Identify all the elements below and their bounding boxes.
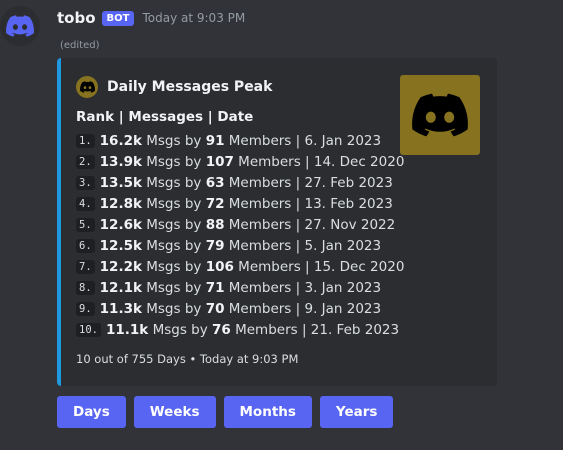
- list-item: 10. 11.1k Msgs by 76 Members | 21. Feb 2…: [76, 319, 404, 340]
- rank-code: 3.: [76, 175, 95, 190]
- members-label: Members |: [228, 132, 301, 149]
- discord-logo-icon: [412, 93, 468, 137]
- messages-count: 12.5k: [99, 237, 142, 254]
- msgs-by-label: Msgs by: [146, 153, 202, 170]
- members-label: Members |: [238, 258, 310, 275]
- list-item: 2. 13.9k Msgs by 107 Members | 14. Dec 2…: [76, 151, 404, 172]
- members-label: Members |: [228, 216, 301, 233]
- weeks-button[interactable]: Weeks: [133, 396, 216, 428]
- list-item: 7. 12.2k Msgs by 106 Members | 15. Dec 2…: [76, 256, 404, 277]
- years-button[interactable]: Years: [319, 396, 394, 428]
- list-item: 8. 12.1k Msgs by 71 Members | 3. Jan 202…: [76, 277, 404, 298]
- peak-date: 27. Nov 2022: [304, 216, 396, 233]
- messages-count: 12.6k: [99, 216, 142, 233]
- peak-date: 15. Dec 2020: [313, 258, 405, 275]
- rank-code: 4.: [76, 196, 95, 211]
- message-timestamp: Today at 9:03 PM: [142, 11, 246, 25]
- msgs-by-label: Msgs by: [146, 300, 202, 317]
- members-count: 76: [212, 321, 231, 338]
- members-count: 79: [205, 237, 225, 254]
- embed-footer: 10 out of 755 Days • Today at 9:03 PM: [76, 352, 299, 366]
- members-label: Members |: [228, 237, 301, 254]
- period-buttons: Days Weeks Months Years: [57, 396, 394, 428]
- embed-thumbnail[interactable]: [400, 75, 480, 155]
- discord-logo-icon: [6, 15, 34, 37]
- rank-code: 5.: [76, 217, 95, 232]
- peak-date: 6. Jan 2023: [304, 132, 382, 149]
- members-label: Members |: [228, 300, 301, 317]
- days-button[interactable]: Days: [57, 396, 126, 428]
- members-count: 70: [205, 300, 225, 317]
- list-item: 5. 12.6k Msgs by 88 Members | 27. Nov 20…: [76, 214, 404, 235]
- peak-date: 5. Jan 2023: [304, 237, 382, 254]
- discord-logo-icon: [76, 76, 98, 98]
- embed-author-name: Daily Messages Peak: [107, 79, 273, 95]
- list-item: 6. 12.5k Msgs by 79 Members | 5. Jan 202…: [76, 235, 404, 256]
- members-label: Members |: [228, 195, 301, 212]
- msgs-by-label: Msgs by: [152, 321, 208, 338]
- list-item: 4. 12.8k Msgs by 72 Members | 13. Feb 20…: [76, 193, 404, 214]
- message-header: tobo BOT Today at 9:03 PM: [57, 9, 245, 27]
- members-label: Members |: [228, 279, 301, 296]
- msgs-by-label: Msgs by: [146, 279, 202, 296]
- members-label: Members |: [238, 153, 310, 170]
- list-item: 3. 13.5k Msgs by 63 Members | 27. Feb 20…: [76, 172, 404, 193]
- peak-list: 1. 16.2k Msgs by 91 Members | 6. Jan 202…: [76, 130, 404, 340]
- members-count: 88: [205, 216, 225, 233]
- messages-count: 11.1k: [105, 321, 149, 338]
- messages-count: 16.2k: [99, 132, 142, 149]
- embed-card: Daily Messages Peak Rank | Messages | Da…: [57, 58, 497, 386]
- embed-author: Daily Messages Peak: [76, 76, 272, 98]
- peak-date: 27. Feb 2023: [304, 174, 393, 191]
- rank-code: 2.: [76, 154, 95, 169]
- messages-count: 12.1k: [99, 279, 142, 296]
- rank-code: 9.: [76, 301, 95, 316]
- messages-count: 12.2k: [99, 258, 142, 275]
- msgs-by-label: Msgs by: [146, 237, 202, 254]
- members-count: 72: [205, 195, 225, 212]
- members-label: Members |: [235, 321, 307, 338]
- rank-code: 6.: [76, 238, 95, 253]
- members-label: Members |: [228, 174, 301, 191]
- rank-code: 1.: [76, 133, 95, 148]
- messages-count: 12.8k: [99, 195, 142, 212]
- peak-date: 9. Jan 2023: [304, 300, 382, 317]
- username[interactable]: tobo: [57, 9, 96, 27]
- edited-label: (edited): [60, 40, 100, 51]
- msgs-by-label: Msgs by: [146, 258, 202, 275]
- description-header: Rank | Messages | Date: [76, 109, 254, 125]
- rank-code: 10.: [76, 322, 101, 337]
- msgs-by-label: Msgs by: [146, 216, 202, 233]
- peak-date: 21. Feb 2023: [310, 321, 400, 338]
- messages-count: 11.3k: [99, 300, 142, 317]
- msgs-by-label: Msgs by: [146, 132, 202, 149]
- rank-code: 8.: [76, 280, 95, 295]
- messages-count: 13.9k: [99, 153, 142, 170]
- members-count: 91: [205, 132, 225, 149]
- members-count: 107: [205, 153, 234, 170]
- msgs-by-label: Msgs by: [146, 195, 202, 212]
- members-count: 63: [205, 174, 225, 191]
- months-button[interactable]: Months: [223, 396, 312, 428]
- members-count: 71: [205, 279, 225, 296]
- peak-date: 3. Jan 2023: [304, 279, 382, 296]
- msgs-by-label: Msgs by: [146, 174, 202, 191]
- list-item: 1. 16.2k Msgs by 91 Members | 6. Jan 202…: [76, 130, 404, 151]
- peak-date: 13. Feb 2023: [304, 195, 393, 212]
- members-count: 106: [205, 258, 234, 275]
- list-item: 9. 11.3k Msgs by 70 Members | 9. Jan 202…: [76, 298, 404, 319]
- rank-code: 7.: [76, 259, 95, 274]
- bot-badge: BOT: [101, 10, 135, 26]
- bot-avatar[interactable]: [0, 6, 40, 46]
- messages-count: 13.5k: [99, 174, 142, 191]
- peak-date: 14. Dec 2020: [313, 153, 405, 170]
